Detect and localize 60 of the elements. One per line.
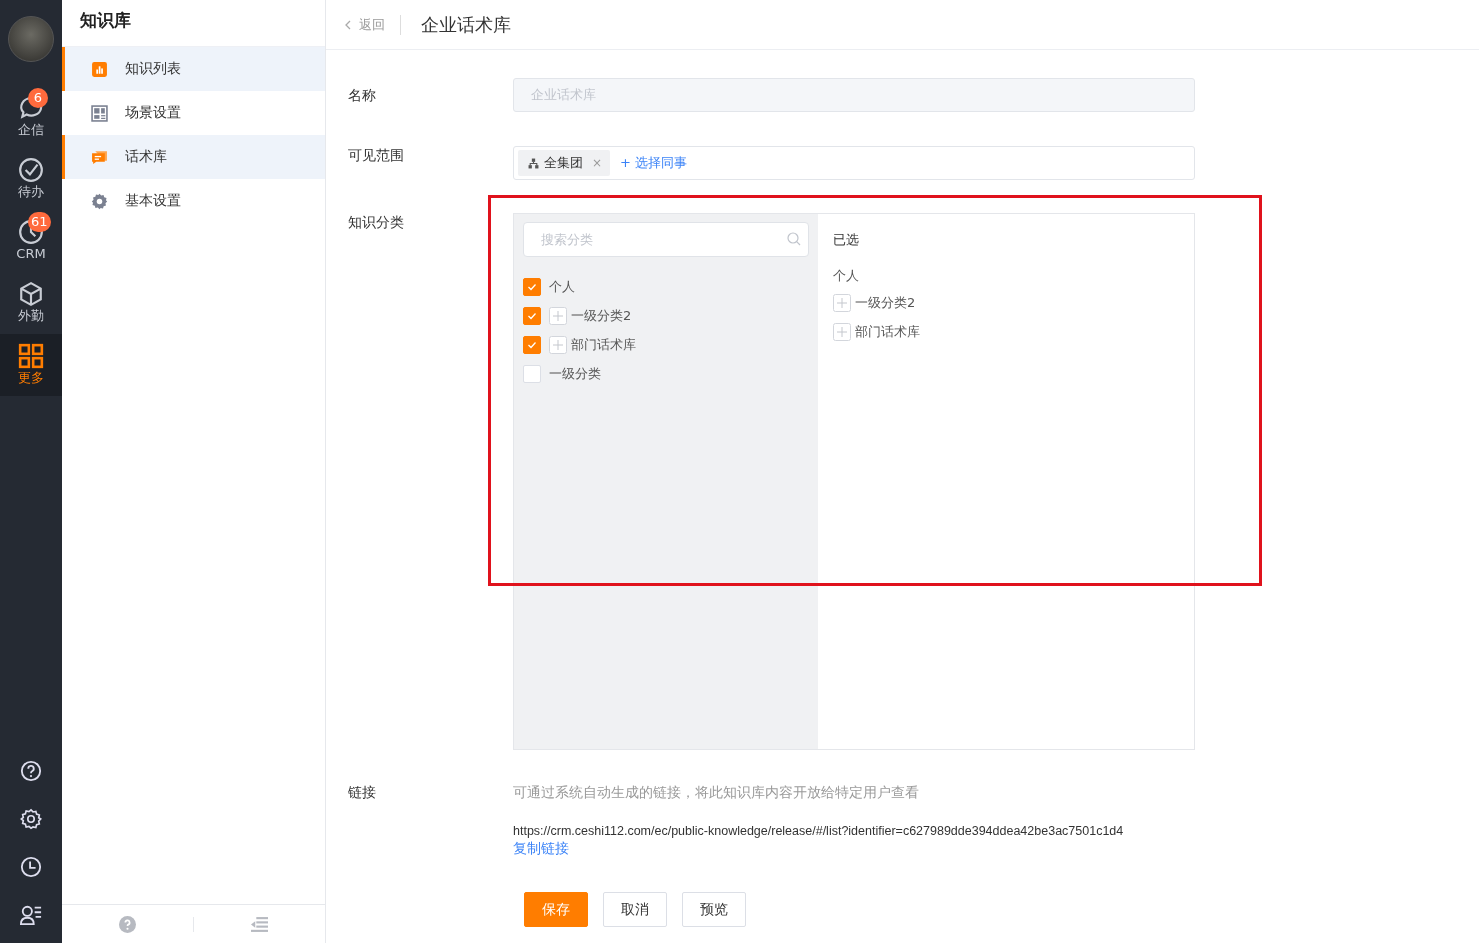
help-icon[interactable]: [20, 760, 42, 782]
copy-link[interactable]: 复制链接: [513, 840, 569, 858]
rail-item[interactable]: 外勤: [0, 272, 62, 334]
checkbox[interactable]: [523, 307, 541, 325]
sidebar-item[interactable]: 话术库: [62, 135, 325, 179]
contacts-icon[interactable]: [20, 904, 42, 926]
rail-item[interactable]: CRM 61: [0, 210, 62, 272]
sidebar-item[interactable]: 场景设置: [62, 91, 325, 135]
field-label: 名称: [348, 86, 377, 105]
search-icon[interactable]: [787, 232, 801, 246]
chevron-left-icon: [344, 19, 352, 30]
message-icon: [91, 148, 108, 166]
sidebar-item[interactable]: 知识列表: [62, 47, 325, 91]
selected-heading: 已选: [833, 231, 860, 249]
count-badge: 6: [28, 88, 48, 108]
field-label: 知识分类: [348, 213, 405, 232]
check-icon: [527, 340, 537, 350]
avatar[interactable]: [8, 16, 54, 62]
checkbox[interactable]: [523, 336, 541, 354]
rail-item[interactable]: 更多: [0, 334, 62, 396]
sidebar-item[interactable]: 基本设置: [62, 179, 325, 223]
category-label: 部门话术库: [571, 336, 636, 354]
bar-chart-icon: [91, 60, 108, 78]
visibility-field[interactable]: 全集团 × + 选择同事: [513, 146, 1195, 180]
field-label: 链接: [348, 784, 377, 802]
grid-icon: [18, 343, 44, 369]
category-label: 一级分类2: [571, 307, 632, 325]
action-button[interactable]: 取消: [603, 892, 667, 927]
collapse-menu-icon[interactable]: [251, 916, 268, 932]
action-button[interactable]: 预览: [682, 892, 746, 927]
org-chart-icon: [528, 157, 539, 169]
page-title: 企业话术库: [421, 12, 511, 37]
share-url: https://crm.ceshi112.com/ec/public-knowledge/release/#/list?identifier=c627989dde394ddea42be3ac7501c1d4: [513, 824, 1125, 838]
category-label: 一级分类2: [855, 294, 916, 312]
cube-icon: [18, 281, 44, 307]
link-description: 可通过系统自动生成的链接，将此知识库内容开放给特定用户查看: [513, 784, 920, 802]
rail-item[interactable]: 企信 6: [0, 86, 62, 148]
expand-icon[interactable]: [833, 323, 851, 341]
expand-icon[interactable]: [549, 307, 567, 325]
settings-icon[interactable]: [20, 808, 42, 830]
check-icon: [527, 282, 537, 292]
count-badge: 61: [28, 212, 51, 232]
checkbox[interactable]: [523, 278, 541, 296]
layout-icon: [91, 104, 108, 122]
field-label: 可见范围: [348, 146, 405, 165]
category-label: 个人: [549, 278, 575, 296]
category-label: 部门话术库: [855, 323, 920, 341]
check-icon: [527, 311, 537, 321]
clock-icon[interactable]: [20, 856, 42, 878]
rail-item[interactable]: 待办: [0, 148, 62, 210]
search-field[interactable]: 搜索分类: [523, 222, 809, 257]
select-colleague-link[interactable]: + 选择同事: [620, 154, 688, 172]
selected-group-label: 个人: [833, 267, 860, 285]
category-label: 一级分类: [549, 365, 601, 383]
scope-tag: 全集团 ×: [518, 150, 611, 176]
expand-icon[interactable]: [833, 294, 851, 312]
chat-bubble-icon: [18, 95, 44, 121]
check-circle-icon: [18, 157, 44, 183]
expand-icon[interactable]: [549, 336, 567, 354]
gear-icon: [91, 192, 108, 210]
